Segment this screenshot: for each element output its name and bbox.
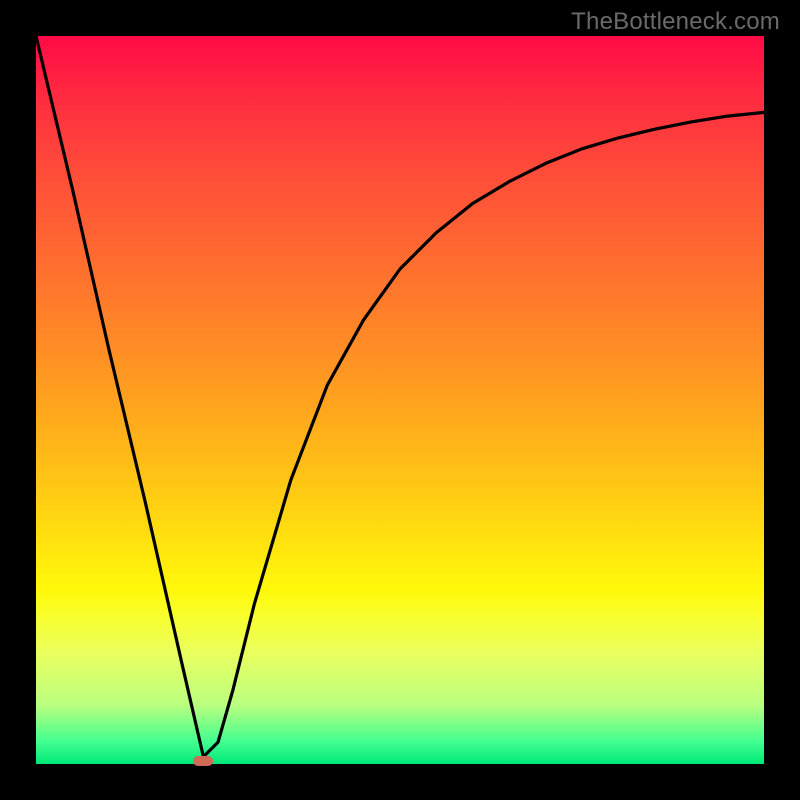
curve-path	[36, 36, 764, 757]
watermark-text: TheBottleneck.com	[571, 8, 780, 36]
chart-frame: TheBottleneck.com	[0, 0, 800, 800]
bottleneck-curve	[36, 36, 764, 764]
plot-area	[36, 36, 764, 764]
optimal-marker	[193, 756, 213, 766]
